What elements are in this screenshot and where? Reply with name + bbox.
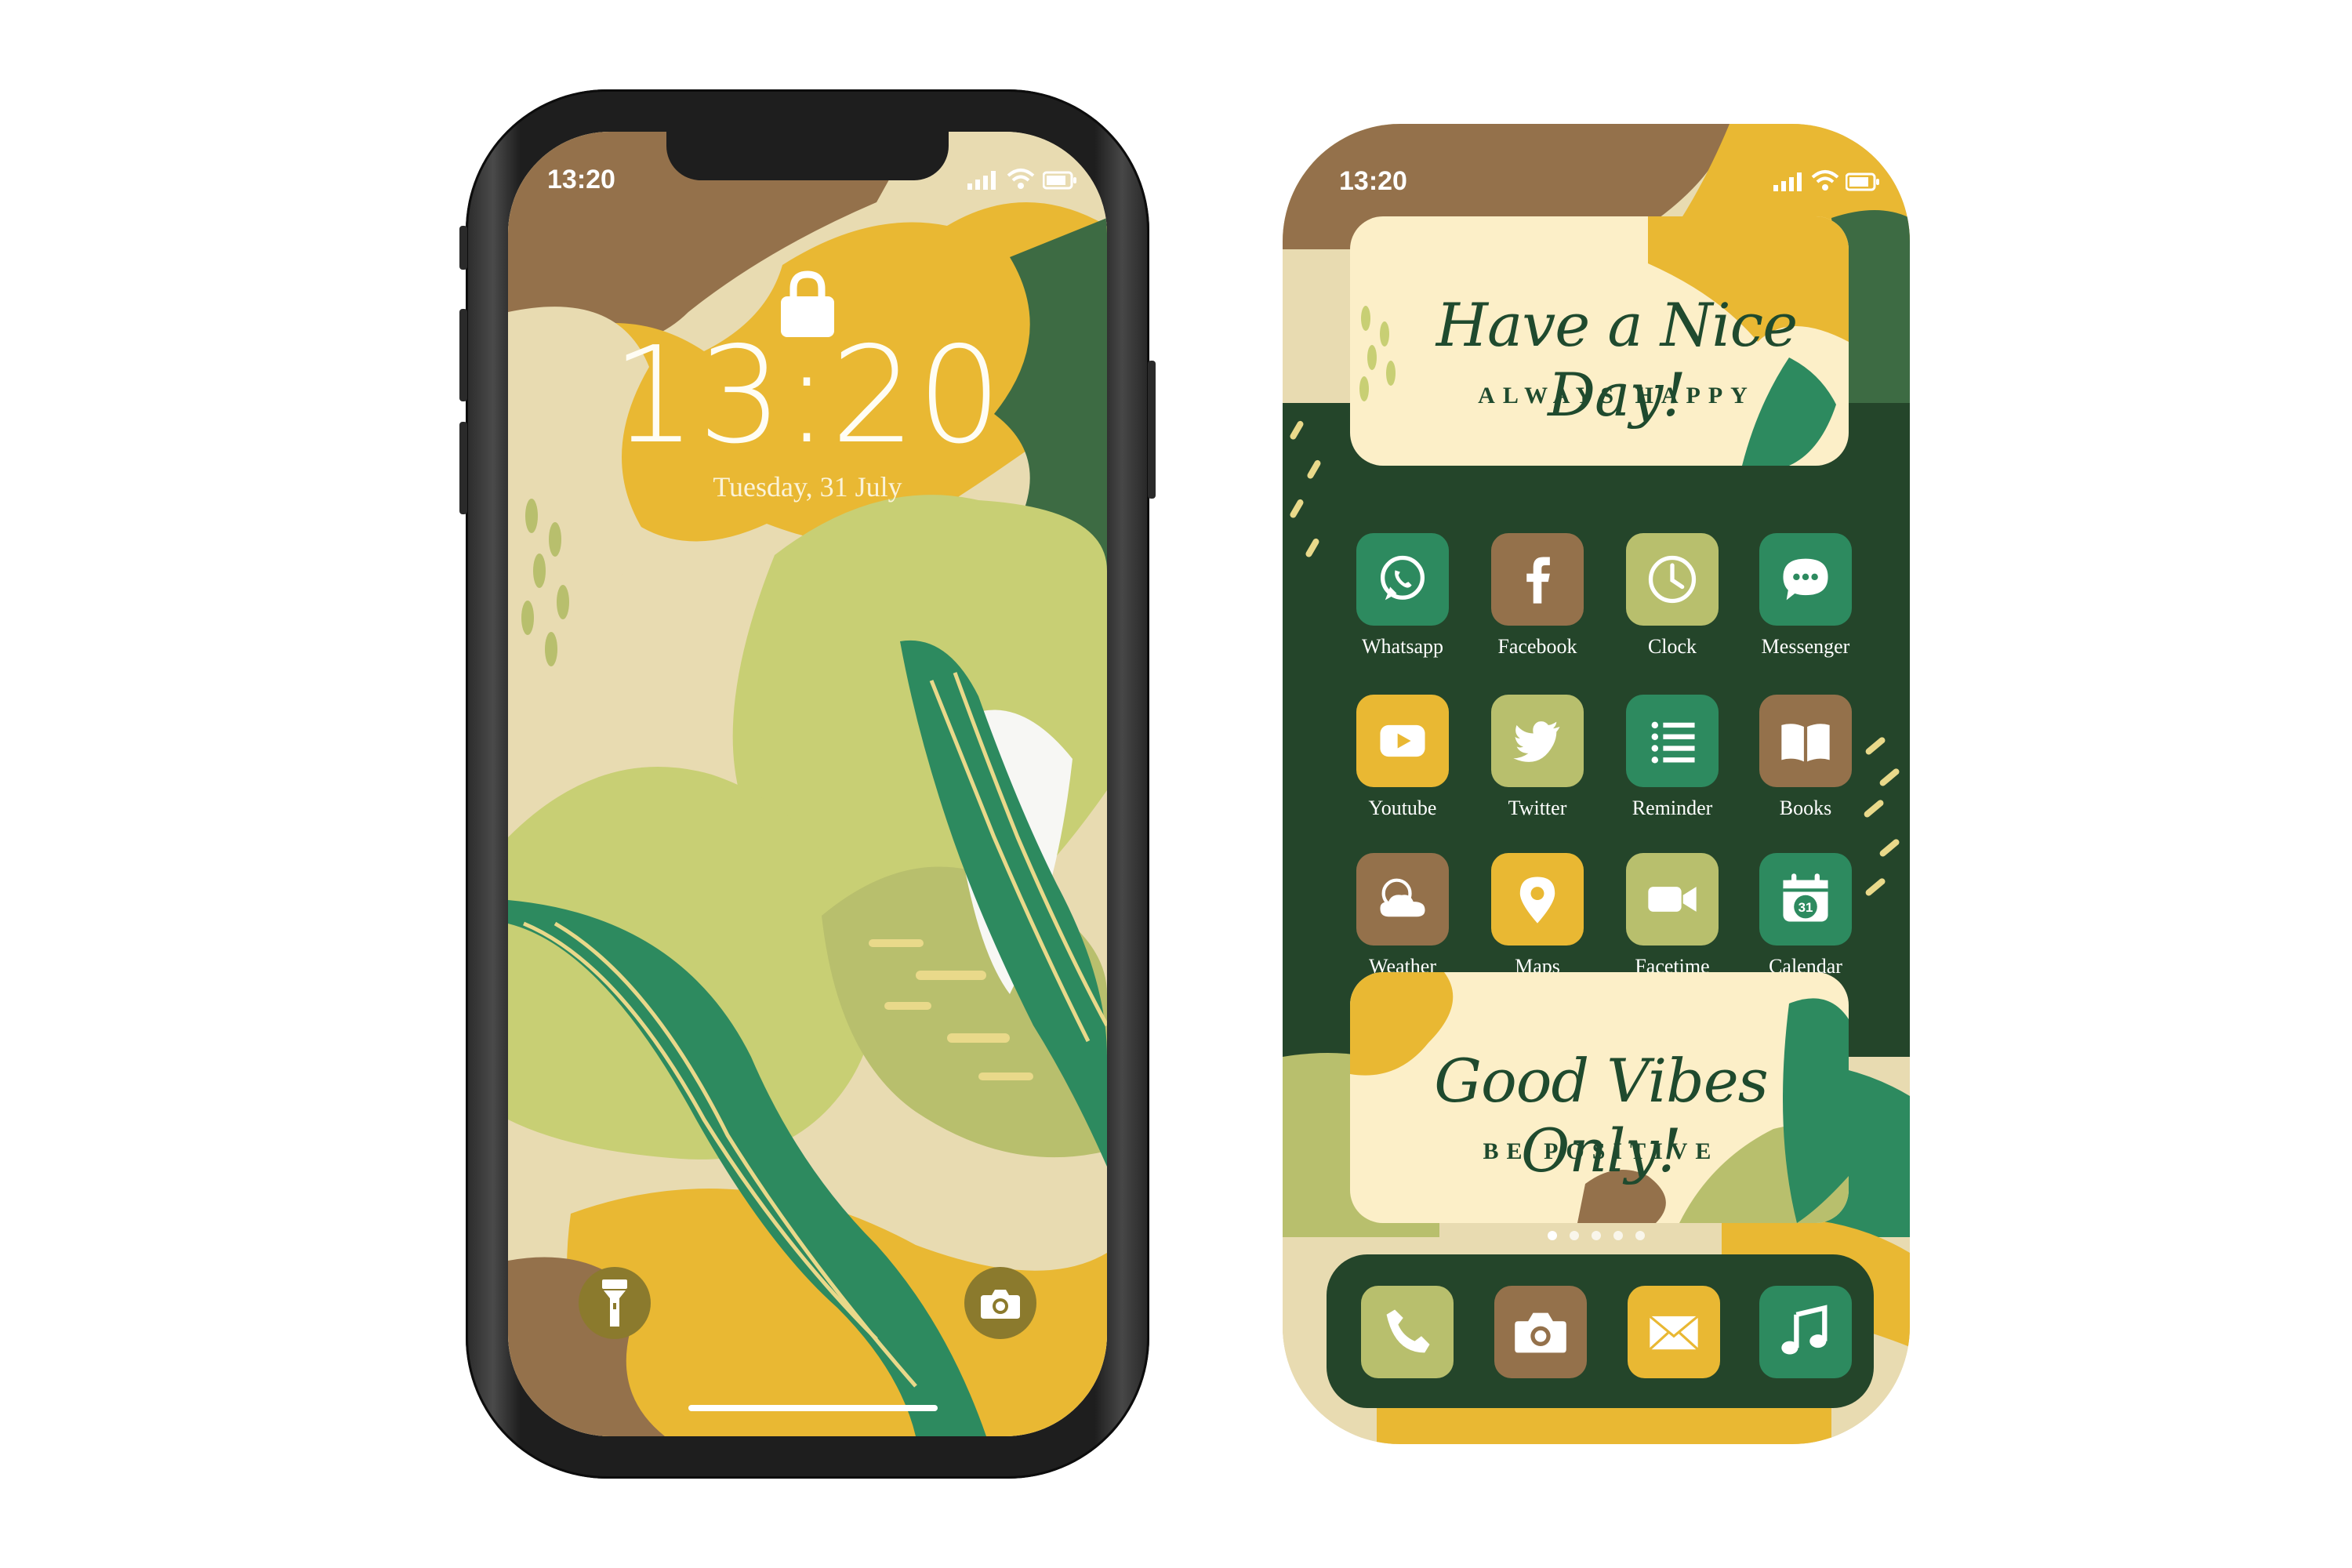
- app-tile[interactable]: [1759, 695, 1852, 787]
- lock-screen-clock-container: 13:20: [508, 329, 1107, 463]
- app-tile[interactable]: [1356, 695, 1449, 787]
- twitter-icon: [1513, 721, 1560, 762]
- app-label: Youtube: [1368, 797, 1437, 819]
- app-label: Facebook: [1497, 635, 1577, 658]
- widget-have-a-nice-day[interactable]: Have a Nice Day! ALWAYS HAPPY: [1350, 216, 1849, 466]
- app-tile[interactable]: 31: [1759, 853, 1852, 946]
- dock-phone[interactable]: [1361, 1286, 1454, 1378]
- silent-switch: [459, 226, 467, 270]
- lock-screen-clock: 13:20: [612, 318, 1004, 474]
- app-tile[interactable]: [1626, 853, 1719, 946]
- app-tile[interactable]: [1759, 533, 1852, 626]
- dock: [1327, 1254, 1874, 1408]
- home-indicator[interactable]: [688, 1405, 938, 1411]
- mail-icon: [1649, 1315, 1699, 1351]
- lock-screen-date: Tuesday, 31 July: [713, 471, 902, 503]
- app-tile[interactable]: [1356, 533, 1449, 626]
- facetime-icon: [1648, 887, 1697, 912]
- app-label: Twitter: [1508, 797, 1567, 819]
- page-dot[interactable]: [1548, 1231, 1557, 1240]
- reminder-icon: [1651, 721, 1695, 764]
- status-bar-time: 13:20: [1339, 166, 1407, 196]
- page-dot[interactable]: [1570, 1231, 1579, 1240]
- dock-mail[interactable]: [1628, 1286, 1720, 1378]
- battery-icon: [1043, 171, 1076, 190]
- app-label: Messenger: [1761, 635, 1850, 658]
- power-button: [1148, 361, 1156, 499]
- page-dot[interactable]: [1613, 1231, 1623, 1240]
- app-maps[interactable]: Maps: [1479, 853, 1596, 978]
- app-facetime[interactable]: Facetime: [1613, 853, 1731, 978]
- app-calendar[interactable]: 31 Calendar: [1747, 853, 1864, 978]
- facebook-icon: [1526, 557, 1550, 604]
- app-twitter[interactable]: Twitter: [1479, 695, 1596, 820]
- app-label: Books: [1779, 797, 1832, 819]
- wifi-icon: [1007, 169, 1035, 189]
- lock-screen: 13:20 13:20 Tuesday, 31 July: [508, 132, 1107, 1436]
- dock-camera[interactable]: [1494, 1286, 1587, 1378]
- app-messenger[interactable]: Messenger: [1747, 533, 1864, 659]
- app-label: Reminder: [1632, 797, 1713, 819]
- wifi-icon: [1811, 170, 1839, 191]
- app-books[interactable]: Books: [1747, 695, 1864, 820]
- page-dot[interactable]: [1635, 1231, 1645, 1240]
- flashlight-icon: [602, 1279, 627, 1327]
- calendar-icon: 31: [1783, 873, 1828, 922]
- page-dot[interactable]: [1592, 1231, 1601, 1240]
- app-youtube[interactable]: Youtube: [1344, 695, 1461, 820]
- volume-up-button: [459, 309, 467, 401]
- battery-icon: [1846, 172, 1879, 191]
- camera-icon: [1515, 1312, 1566, 1353]
- app-label: Whatsapp: [1362, 635, 1443, 658]
- widget-bottom-caption: BE POSITIVE: [1483, 1138, 1719, 1164]
- phone-icon: [1386, 1309, 1430, 1353]
- maps-icon: [1519, 877, 1555, 924]
- signal-icon: [1773, 172, 1802, 191]
- app-tile[interactable]: [1491, 853, 1584, 946]
- youtube-icon: [1380, 724, 1425, 757]
- flashlight-button[interactable]: [579, 1267, 651, 1339]
- app-tile[interactable]: [1491, 695, 1584, 787]
- books-icon: [1781, 724, 1830, 762]
- volume-down-button: [459, 422, 467, 514]
- camera-icon: [981, 1290, 1020, 1319]
- app-facebook[interactable]: Facebook: [1479, 533, 1596, 659]
- camera-shortcut-button[interactable]: [964, 1267, 1036, 1339]
- app-tile[interactable]: [1356, 853, 1449, 946]
- home-screen: 13:20 Have a Nice Day! ALWAYS HAPPY What…: [1283, 124, 1910, 1444]
- lock-screen-date-container: Tuesday, 31 July: [508, 470, 1107, 503]
- app-clock[interactable]: Clock: [1613, 533, 1731, 659]
- app-tile[interactable]: [1626, 533, 1719, 626]
- whatsapp-icon: [1380, 555, 1425, 601]
- app-tile[interactable]: [1626, 695, 1719, 787]
- messenger-icon: [1783, 558, 1828, 601]
- app-reminder[interactable]: Reminder: [1613, 695, 1731, 820]
- app-whatsapp[interactable]: Whatsapp: [1344, 533, 1461, 659]
- lock-screen-phone: 13:20 13:20 Tuesday, 31 July: [459, 89, 1156, 1479]
- status-bar-time: 13:20: [547, 165, 615, 194]
- weather-icon: [1380, 878, 1425, 917]
- app-weather[interactable]: Weather: [1344, 853, 1461, 978]
- signal-icon: [967, 171, 996, 190]
- dock-music[interactable]: [1759, 1286, 1852, 1378]
- music-icon: [1781, 1305, 1828, 1355]
- app-label: Clock: [1647, 635, 1697, 658]
- clock-icon: [1648, 555, 1697, 604]
- notch: [666, 132, 949, 180]
- widget-good-vibes-only[interactable]: Good Vibes Only! BE POSITIVE: [1350, 972, 1849, 1223]
- widget-top-caption: ALWAYS HAPPY: [1478, 383, 1755, 408]
- app-tile[interactable]: [1491, 533, 1584, 626]
- svg-text:31: 31: [1798, 900, 1813, 915]
